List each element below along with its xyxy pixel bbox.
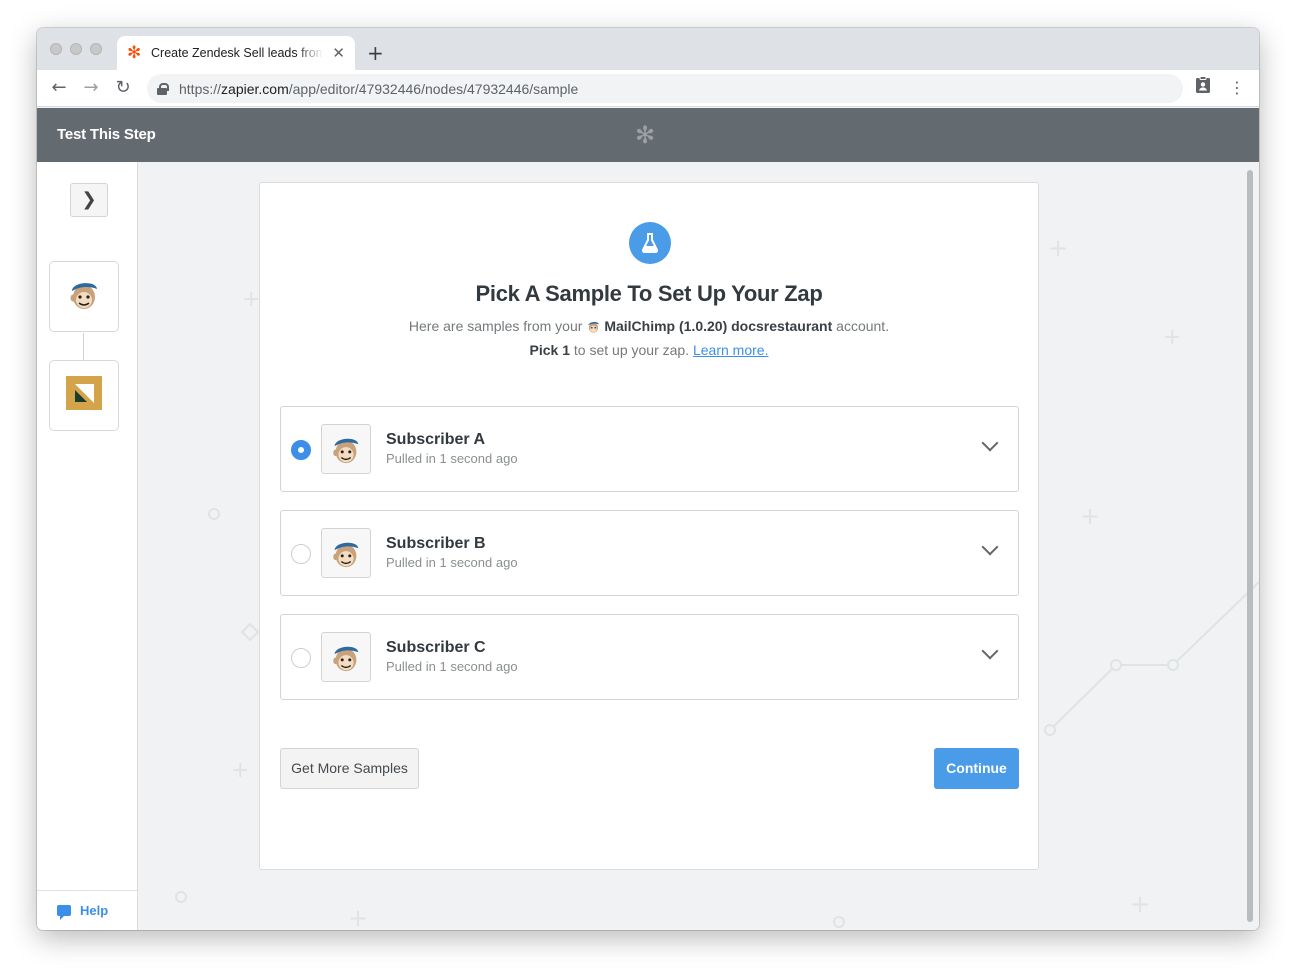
back-arrow-icon[interactable]: ← — [47, 76, 71, 100]
more-menu-icon[interactable]: ⋮ — [1229, 76, 1245, 100]
account-name: MailChimp (1.0.20) docsrestaurant — [604, 318, 833, 334]
zapier-favicon-icon: ✻ — [127, 43, 142, 63]
zapier-logo-icon[interactable]: ✻ — [635, 121, 655, 149]
chevron-down-icon[interactable] — [981, 538, 999, 556]
expand-sidebar-button[interactable]: ❯ — [70, 183, 108, 217]
sample-radio[interactable] — [291, 440, 311, 460]
maximize-window-button[interactable] — [90, 43, 102, 55]
minimize-window-button[interactable] — [70, 43, 82, 55]
browser-toolbar: ← → ↻ https://zapier.com/app/editor/4793… — [37, 70, 1259, 107]
browser-tab[interactable]: ✻ Create Zendesk Sell leads from MailChi… — [117, 36, 355, 70]
step-connector — [83, 333, 84, 361]
sample-name: Subscriber A — [386, 431, 485, 448]
url-text: https://zapier.com/app/editor/47932446/n… — [179, 80, 579, 97]
lock-icon — [157, 82, 169, 95]
page-title: Test This Step — [57, 126, 156, 143]
close-window-button[interactable] — [50, 43, 62, 55]
sample-pulled-time: Pulled in 1 second ago — [386, 555, 518, 570]
chevron-down-icon[interactable] — [981, 642, 999, 660]
sample-radio[interactable] — [291, 648, 311, 668]
clipboard-extension-icon[interactable] — [1195, 76, 1211, 101]
sample-row[interactable]: Subscriber C Pulled in 1 second ago — [280, 614, 1019, 700]
mailchimp-icon — [66, 276, 102, 317]
pick-count: Pick 1 — [529, 342, 571, 358]
sample-picker-card: Pick A Sample To Set Up Your Zap Here ar… — [259, 182, 1039, 870]
sample-name: Subscriber B — [386, 535, 486, 552]
mailchimp-small-icon — [586, 319, 601, 340]
sample-radio[interactable] — [291, 544, 311, 564]
vertical-scrollbar[interactable] — [1247, 170, 1253, 922]
help-label: Help — [80, 903, 109, 918]
tab-strip: ✻ Create Zendesk Sell leads from MailChi… — [37, 28, 1259, 70]
sample-name: Subscriber C — [386, 639, 486, 656]
sample-row[interactable]: Subscriber B Pulled in 1 second ago — [280, 510, 1019, 596]
tab-close-icon[interactable]: ✕ — [332, 44, 345, 62]
step-mailchimp-trigger[interactable] — [49, 261, 119, 332]
app-header: Test This Step ✻ — [37, 108, 1259, 162]
sample-pulled-time: Pulled in 1 second ago — [386, 659, 518, 674]
address-bar[interactable]: https://zapier.com/app/editor/47932446/n… — [147, 74, 1183, 103]
chat-bubble-icon — [57, 905, 71, 920]
continue-button[interactable]: Continue — [934, 748, 1019, 789]
editor-canvas: + + + + + + + Pick A Sample To Set Up Yo… — [138, 162, 1259, 930]
sample-row[interactable]: Subscriber A Pulled in 1 second ago — [280, 406, 1019, 492]
help-link[interactable]: Help — [37, 890, 137, 930]
get-more-samples-button[interactable]: Get More Samples — [280, 748, 419, 789]
tab-title: Create Zendesk Sell leads from MailChimp — [151, 46, 323, 60]
mailchimp-icon — [321, 528, 371, 578]
flask-icon — [629, 222, 671, 264]
pick-text: to set up your zap. — [573, 342, 690, 358]
learn-more-link[interactable]: Learn more. — [693, 342, 768, 358]
reload-icon[interactable]: ↻ — [111, 76, 135, 100]
card-title: Pick A Sample To Set Up Your Zap — [475, 281, 823, 306]
step-zendesk-sell-action[interactable] — [49, 360, 119, 431]
mailchimp-icon — [321, 632, 371, 682]
card-subtitle: Here are samples from your MailChimp (1.… — [260, 316, 1038, 361]
steps-sidebar: ❯ Help — [37, 162, 138, 930]
browser-window: ✻ Create Zendesk Sell leads from MailChi… — [37, 28, 1259, 930]
new-tab-button[interactable]: + — [367, 41, 384, 65]
subtitle-suffix: account. — [836, 318, 890, 334]
subtitle-prefix: Here are samples from your — [408, 318, 583, 334]
zendesk-sell-icon — [66, 376, 102, 415]
mailchimp-icon — [321, 424, 371, 474]
sample-pulled-time: Pulled in 1 second ago — [386, 451, 518, 466]
chevron-down-icon[interactable] — [981, 434, 999, 452]
forward-arrow-icon[interactable]: → — [79, 76, 103, 100]
